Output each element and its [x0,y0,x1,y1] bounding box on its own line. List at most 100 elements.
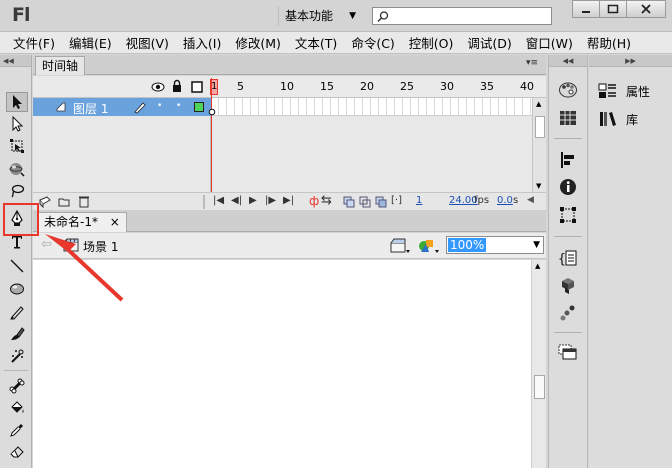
zoom-select[interactable]: 100% ▼ [446,236,544,254]
line-tool[interactable] [6,256,28,276]
scene-panel-button[interactable] [558,343,578,363]
edit-scene-icon[interactable] [389,237,411,255]
highlight-box [3,203,39,236]
workspace-switcher[interactable]: 基本功能 ▼ [278,6,362,26]
oval-icon [10,283,24,295]
subselection-tool[interactable] [6,114,28,134]
workspace-label: 基本功能 [285,9,334,23]
visibility-dot[interactable]: • [157,101,162,111]
onion-outline-icon[interactable] [359,196,371,208]
frame-tick: 15 [320,80,334,93]
minimize-button[interactable] [572,0,600,18]
eye-icon[interactable] [151,81,165,93]
trash-icon[interactable] [78,195,90,208]
close-icon [641,4,651,14]
menu-edit[interactable]: 编辑(E) [64,33,117,52]
outline-icon[interactable] [191,81,203,93]
align-panel-button[interactable] [558,150,578,170]
library-panel-button[interactable]: 库 [598,109,638,129]
new-layer-icon[interactable] [39,196,51,208]
color-panel-button[interactable] [558,80,578,100]
eraser-tool[interactable] [6,442,28,462]
eyedropper-tool[interactable] [6,420,28,440]
panel-menu-icon[interactable]: ▾≡ [526,58,538,68]
new-folder-icon[interactable] [58,196,70,208]
go-first-frame-icon[interactable]: |◀ [213,195,224,206]
loop-icon[interactable]: ⇆ [321,193,332,208]
timeline-header: 1 5 10 15 20 25 30 35 40 [33,76,546,98]
motion-presets-panel-button[interactable] [558,303,578,323]
menu-help[interactable]: 帮助(H) [582,33,636,52]
frame-row[interactable] [211,98,532,116]
playhead[interactable] [208,78,216,194]
edit-multiple-frames-icon[interactable] [375,196,387,208]
scene-label[interactable]: 场景 1 [83,238,118,255]
stage-scrollbar[interactable]: ▲ [531,260,546,468]
close-button[interactable] [626,0,666,18]
center-frame-icon[interactable]: ф [309,194,319,208]
edit-symbols-icon[interactable] [417,236,441,256]
bone-tool[interactable] [6,376,28,396]
menu-bar: 文件(F) 编辑(E) 视图(V) 插入(I) 修改(M) 文本(T) 命令(C… [0,32,672,54]
menu-file[interactable]: 文件(F) [8,33,60,52]
pencil-tool[interactable] [6,302,28,322]
components-panel-button[interactable] [558,276,578,296]
menu-commands[interactable]: 命令(C) [346,33,399,52]
paint-bucket-tool[interactable] [6,398,28,418]
scroll-up-icon[interactable]: ▲ [536,100,541,108]
current-frame-value[interactable]: 1 [416,195,422,206]
selection-tool[interactable] [6,92,28,112]
onion-markers-icon[interactable]: [·] [391,195,402,206]
deco-tool[interactable] [6,346,28,366]
layer-row[interactable]: 图层 1 • • [33,98,211,116]
menu-modify[interactable]: 修改(M) [230,33,286,52]
back-arrow-icon[interactable]: ⇦ [41,237,52,252]
properties-label: 属性 [626,84,651,99]
free-transform-tool[interactable] [6,136,28,156]
info-panel-button[interactable] [558,177,578,197]
menu-control[interactable]: 控制(O) [404,33,459,52]
collapse-icon[interactable]: ◀◀ [549,55,587,67]
chevron-down-icon: ▼ [533,240,540,250]
collapse-icon[interactable]: ◀◀ [0,55,31,67]
play-icon[interactable]: ▶ [249,195,257,206]
step-back-icon[interactable]: ◀| [231,195,242,206]
go-last-frame-icon[interactable]: ▶| [283,195,294,206]
close-tab-icon[interactable]: × [110,215,120,229]
paint-bucket-icon [11,401,24,413]
scrollbar-thumb[interactable] [534,375,545,399]
lasso-tool[interactable] [6,181,28,201]
code-snippets-panel-button[interactable]: { [558,248,578,268]
tab-timeline[interactable]: 时间轴 [35,56,86,75]
step-forward-icon[interactable]: |▶ [265,195,276,206]
brush-tool[interactable] [6,324,28,344]
transform-panel-button[interactable] [558,205,578,225]
window-controls [572,0,666,18]
scroll-up-icon[interactable]: ▲ [535,262,540,270]
menu-text[interactable]: 文本(T) [290,33,342,52]
collapse-icon[interactable]: ▶▶ [589,55,672,67]
lock-dot[interactable]: • [176,101,181,111]
time-value[interactable]: 0.0 [497,195,513,206]
menu-insert[interactable]: 插入(I) [178,33,226,52]
search-input[interactable] [372,7,552,25]
onion-skin-icon[interactable] [343,196,355,208]
stage[interactable] [33,260,531,468]
scrollbar-thumb[interactable] [535,116,545,138]
menu-window[interactable]: 窗口(W) [521,33,578,52]
layer-color-swatch[interactable] [194,102,204,112]
swatches-panel-button[interactable] [558,108,578,128]
3d-rotation-tool[interactable] [6,159,28,179]
lock-icon[interactable] [172,79,182,93]
menu-view[interactable]: 视图(V) [121,33,174,52]
frame-ruler: 1 5 10 15 20 25 30 35 40 [210,76,546,98]
properties-panel-button[interactable]: 属性 [598,81,650,101]
text-icon [12,236,22,249]
menu-debug[interactable]: 调试(D) [462,33,516,52]
timeline-scrollbar[interactable]: ▲ ▼ [532,98,546,192]
oval-tool[interactable] [6,279,28,299]
scroll-left-icon[interactable]: ◀ [527,195,534,205]
scroll-down-icon[interactable]: ▼ [536,182,541,190]
maximize-button[interactable] [599,0,627,18]
tab-document[interactable]: 未命名-1* × [37,212,127,232]
